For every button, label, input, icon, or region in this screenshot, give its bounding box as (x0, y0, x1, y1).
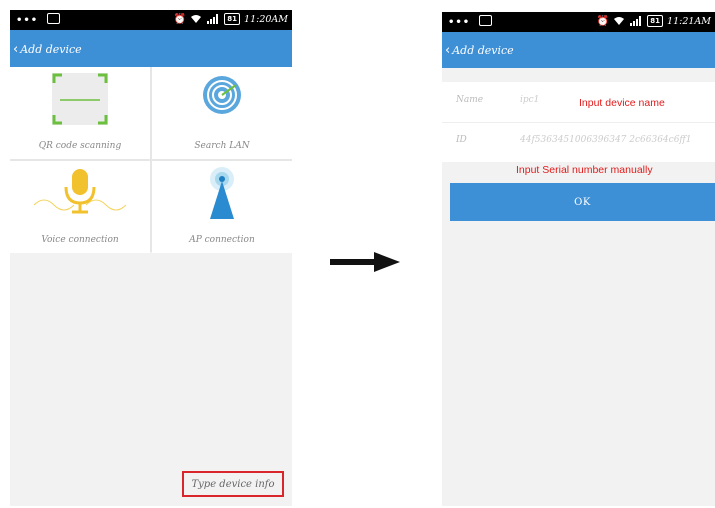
battery-icon: 81 (647, 15, 664, 27)
alarm-icon: ⏰ (596, 15, 610, 27)
app-bar: ‹ Add device (10, 30, 292, 68)
qr-scan-icon (52, 73, 108, 125)
id-row[interactable]: ID 44f5363451006396347 2c66364c6ff1 (442, 122, 715, 162)
microphone-icon (33, 169, 127, 214)
ap-tower-icon (210, 167, 234, 219)
device-form: Name ipc1 ID 44f5363451006396347 2c66364… (442, 82, 715, 162)
wifi-icon (614, 17, 625, 25)
status-time: 11:20AM (244, 13, 288, 25)
name-label: Name (456, 95, 484, 105)
arrow-right-icon (330, 252, 400, 272)
tile-search-lan[interactable]: Search LAN (152, 67, 292, 159)
image-notification-icon (478, 15, 492, 26)
notification-dots: ••• (16, 15, 39, 26)
page-title: Add device (20, 42, 82, 56)
tile-label: Voice connection (41, 235, 119, 245)
back-icon[interactable]: ‹ (445, 43, 450, 58)
battery-icon: 81 (224, 13, 241, 25)
notification-dots: ••• (448, 17, 471, 28)
wifi-icon (191, 15, 202, 23)
status-bar: ••• ⏰ 81 11:20AM (10, 10, 292, 30)
image-notification-icon (46, 13, 60, 24)
tile-label: Search LAN (194, 141, 250, 151)
id-label: ID (456, 135, 467, 145)
tile-ap-connection[interactable]: AP connection (152, 161, 292, 253)
status-time: 11:21AM (667, 15, 711, 27)
name-annotation: Input device name (579, 97, 665, 109)
tile-voice-connection[interactable]: Voice connection (10, 161, 150, 253)
alarm-icon: ⏰ (173, 13, 187, 25)
tile-qr-code-scanning[interactable]: QR code scanning (10, 67, 150, 159)
serial-annotation: Input Serial number manually (516, 164, 653, 176)
signal-icon (207, 14, 219, 24)
tile-label: AP connection (189, 235, 255, 245)
left-phone-screen: ••• ⏰ 81 11:20AM ‹ Add device QR code sc… (10, 10, 292, 506)
connection-method-grid: QR code scanning Search LAN Voice connec… (10, 67, 292, 253)
app-bar: ‹ Add device (442, 32, 715, 68)
status-bar: ••• ⏰ 81 11:21AM (442, 12, 715, 32)
name-field[interactable]: ipc1 (520, 95, 539, 105)
page-title: Add device (452, 43, 514, 57)
back-icon[interactable]: ‹ (13, 42, 18, 57)
type-device-info-link[interactable]: Type device info (182, 471, 284, 497)
id-field[interactable]: 44f5363451006396347 2c66364c6ff1 (520, 135, 692, 145)
signal-icon (630, 16, 642, 26)
tile-label: QR code scanning (38, 141, 122, 151)
radar-icon (203, 76, 241, 114)
right-phone-screen: ••• ⏰ 81 11:21AM ‹ Add device Name ipc1 … (442, 12, 715, 506)
ok-button[interactable]: OK (450, 183, 715, 221)
